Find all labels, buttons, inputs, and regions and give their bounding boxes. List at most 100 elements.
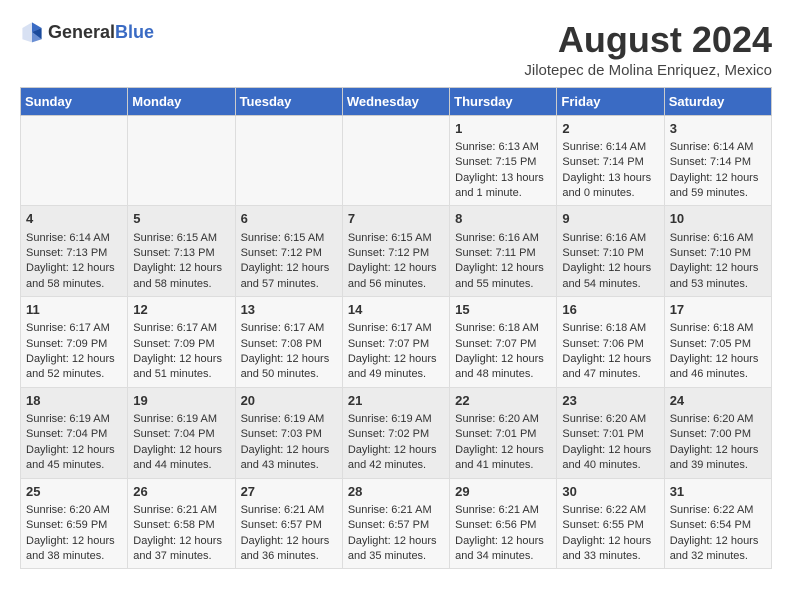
daylight-text: Daylight: 12 hours and 57 minutes. (241, 261, 337, 292)
sunrise-text: Sunrise: 6:20 AM (670, 412, 766, 427)
daylight-text: Daylight: 12 hours and 38 minutes. (26, 534, 122, 565)
sunset-text: Sunset: 6:57 PM (348, 518, 444, 533)
day-number: 29 (455, 483, 551, 501)
weekday-header-sunday: Sunday (21, 87, 128, 115)
calendar-cell: 13Sunrise: 6:17 AMSunset: 7:08 PMDayligh… (235, 297, 342, 388)
calendar-cell: 17 Sunrise: 6:18 AMSunset: 7:05 PMDayligh… (664, 297, 771, 388)
daylight-text: Daylight: 12 hours and 41 minutes. (455, 443, 551, 474)
calendar-week-row: 25Sunrise: 6:20 AMSunset: 6:59 PMDayligh… (21, 478, 772, 569)
sunset-text: Sunset: 7:01 PM (455, 427, 551, 442)
location: Jilotepec de Molina Enriquez, Mexico (524, 62, 772, 79)
logo-icon (20, 20, 44, 44)
calendar-cell: 2Sunrise: 6:14 AMSunset: 7:14 PMDaylight… (557, 115, 664, 206)
calendar-cell: 18Sunrise: 6:19 AMSunset: 7:04 PMDayligh… (21, 387, 128, 478)
day-number: 3 (670, 120, 766, 138)
calendar-cell: 29Sunrise: 6:21 AMSunset: 6:56 PMDayligh… (450, 478, 557, 569)
sunset-text: Sunset: 6:59 PM (26, 518, 122, 533)
sunrise-text: Sunrise: 6:21 AM (241, 503, 337, 518)
daylight-text: Daylight: 12 hours and 54 minutes. (562, 261, 658, 292)
calendar-cell: 31Sunrise: 6:22 AMSunset: 6:54 PMDayligh… (664, 478, 771, 569)
sunset-text: Sunset: 7:05 PM (670, 337, 766, 352)
sunrise-text: Sunrise: 6:22 AM (562, 503, 658, 518)
calendar-cell (342, 115, 449, 206)
day-number: 27 (241, 483, 337, 501)
daylight-text: Daylight: 12 hours and 59 minutes. (670, 171, 766, 202)
sunset-text: Sunset: 6:58 PM (133, 518, 229, 533)
sunrise-text: Sunrise: 6:18 AM (670, 321, 766, 336)
sunset-text: Sunset: 7:14 PM (562, 155, 658, 170)
daylight-text: Daylight: 12 hours and 42 minutes. (348, 443, 444, 474)
calendar-week-row: 18Sunrise: 6:19 AMSunset: 7:04 PMDayligh… (21, 387, 772, 478)
calendar-week-row: 11 Sunrise: 6:17 AM Sunset: 7:09 PM Dayligh… (21, 297, 772, 388)
sunrise-text: Sunrise: 6:22 AM (670, 503, 766, 518)
daylight-text: Daylight: 12 hours and 40 minutes. (562, 443, 658, 474)
daylight-text: Daylight: 12 hours and 46 minutes. (670, 352, 766, 383)
calendar-cell: 23Sunrise: 6:20 AMSunset: 7:01 PMDayligh… (557, 387, 664, 478)
calendar-table: SundayMondayTuesdayWednesdayThursdayFrid… (20, 87, 772, 570)
page-header: GeneralBlue August 2024 Jilotepec de Mol… (20, 20, 772, 79)
calendar-cell: 24Sunrise: 6:20 AMSunset: 7:00 PMDayligh… (664, 387, 771, 478)
day-number: 28 (348, 483, 444, 501)
day-number: 22 (455, 392, 551, 410)
day-number: 11 (26, 301, 122, 319)
day-number: 13 (241, 301, 337, 319)
calendar-cell (21, 115, 128, 206)
sunset-text: Sunset: 6:57 PM (241, 518, 337, 533)
day-number: 2 (562, 120, 658, 138)
calendar-cell: 27 Sunrise: 6:21 AMSunset: 6:57 PMDayligh… (235, 478, 342, 569)
weekday-header-thursday: Thursday (450, 87, 557, 115)
sunset-text: Sunset: 7:10 PM (670, 246, 766, 261)
daylight-text: Daylight: 12 hours and 43 minutes. (241, 443, 337, 474)
calendar-cell: 16Sunrise: 6:18 AMSunset: 7:06 PMDayligh… (557, 297, 664, 388)
daylight-text: Daylight: 12 hours and 37 minutes. (133, 534, 229, 565)
day-number: 4 (26, 210, 122, 228)
day-number: 21 (348, 392, 444, 410)
sunrise-text: Sunrise: 6:14 AM (562, 140, 658, 155)
day-number: 14 (348, 301, 444, 319)
day-number: 31 (670, 483, 766, 501)
sunrise-text: Sunrise: 6:18 AM (455, 321, 551, 336)
daylight-text: Daylight: 12 hours and 36 minutes. (241, 534, 337, 565)
calendar-cell: 7Sunrise: 6:15 AMSunset: 7:12 PMDaylight… (342, 206, 449, 297)
sunrise-text: Sunrise: 6:17 AM (241, 321, 337, 336)
sunset-text: Sunset: 7:06 PM (562, 337, 658, 352)
sunrise-text: Sunrise: 6:16 AM (562, 231, 658, 246)
sunrise-text: Sunrise: 6:15 AM (133, 231, 229, 246)
calendar-cell: 3Sunrise: 6:14 AMSunset: 7:14 PMDaylight… (664, 115, 771, 206)
sunset-text: Sunset: 7:04 PM (133, 427, 229, 442)
day-number: 19 (133, 392, 229, 410)
logo-blue: Blue (115, 22, 154, 42)
day-number: 15 (455, 301, 551, 319)
weekday-header-row: SundayMondayTuesdayWednesdayThursdayFrid… (21, 87, 772, 115)
sunset-text: Sunset: 7:09 PM (133, 337, 229, 352)
calendar-cell: 6Sunrise: 6:15 AMSunset: 7:12 PMDaylight… (235, 206, 342, 297)
sunrise-text: Sunrise: 6:19 AM (26, 412, 122, 427)
calendar-cell: 1Sunrise: 6:13 AMSunset: 7:15 PMDaylight… (450, 115, 557, 206)
calendar-cell: 22Sunrise: 6:20 AMSunset: 7:01 PMDayligh… (450, 387, 557, 478)
daylight-text: Daylight: 12 hours and 47 minutes. (562, 352, 658, 383)
day-number: 1 (455, 120, 551, 138)
daylight-text: Daylight: 12 hours and 44 minutes. (133, 443, 229, 474)
sunrise-text: Sunrise: 6:17 AM (26, 321, 122, 336)
daylight-text: Daylight: 13 hours and 1 minute. (455, 171, 551, 202)
daylight-text: Daylight: 12 hours and 35 minutes. (348, 534, 444, 565)
sunrise-text: Sunrise: 6:16 AM (455, 231, 551, 246)
day-number: 6 (241, 210, 337, 228)
weekday-header-friday: Friday (557, 87, 664, 115)
calendar-cell: 20Sunrise: 6:19 AMSunset: 7:03 PMDayligh… (235, 387, 342, 478)
day-number: 25 (26, 483, 122, 501)
daylight-text: Daylight: 12 hours and 58 minutes. (133, 261, 229, 292)
sunset-text: Sunset: 6:55 PM (562, 518, 658, 533)
day-number: 17 (670, 301, 766, 319)
sunrise-text: Sunrise: 6:21 AM (348, 503, 444, 518)
daylight-text: Daylight: 12 hours and 48 minutes. (455, 352, 551, 383)
calendar-week-row: 1Sunrise: 6:13 AMSunset: 7:15 PMDaylight… (21, 115, 772, 206)
sunset-text: Sunset: 7:13 PM (26, 246, 122, 261)
calendar-cell: 15Sunrise: 6:18 AMSunset: 7:07 PMDayligh… (450, 297, 557, 388)
sunrise-text: Sunrise: 6:19 AM (241, 412, 337, 427)
day-number: 26 (133, 483, 229, 501)
sunset-text: Sunset: 7:12 PM (348, 246, 444, 261)
day-number: 23 (562, 392, 658, 410)
sunset-text: Sunset: 7:10 PM (562, 246, 658, 261)
calendar-cell: 28 Sunrise: 6:21 AMSunset: 6:57 PMDayligh… (342, 478, 449, 569)
